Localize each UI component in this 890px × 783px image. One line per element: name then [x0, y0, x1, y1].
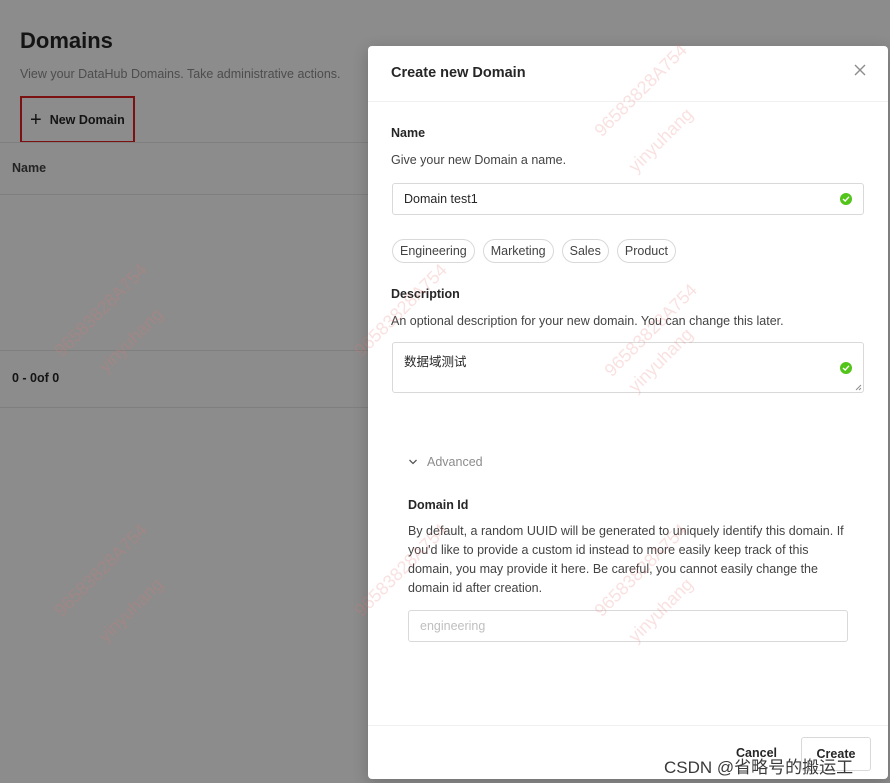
advanced-label: Advanced	[427, 455, 483, 469]
domain-id-label: Domain Id	[408, 498, 469, 512]
description-value: 数据域测试	[404, 355, 467, 369]
description-label: Description	[391, 287, 460, 301]
name-help-text: Give your new Domain a name.	[391, 153, 567, 167]
suggestion-tags: Engineering Marketing Sales Product	[392, 239, 676, 263]
modal-header: Create new Domain	[368, 46, 888, 102]
domain-name-value: Domain test1	[404, 192, 478, 206]
resize-handle-icon[interactable]	[855, 384, 862, 391]
tag-product[interactable]: Product	[616, 239, 676, 263]
source-credit: CSDN @省略号的搬运工	[664, 758, 854, 777]
domain-id-help-text: By default, a random UUID will be genera…	[408, 524, 844, 595]
chevron-down-icon	[409, 459, 417, 465]
modal-title: Create new Domain	[391, 65, 526, 81]
check-circle-icon	[840, 362, 852, 374]
tag-marketing[interactable]: Marketing	[482, 239, 554, 263]
advanced-toggle[interactable]: Advanced	[408, 455, 483, 469]
close-icon[interactable]	[852, 62, 868, 78]
domain-name-input[interactable]: Domain test1	[392, 183, 864, 215]
check-circle-icon	[840, 193, 852, 205]
tag-engineering[interactable]: Engineering	[392, 239, 475, 263]
domain-id-input[interactable]: engineering	[408, 610, 848, 642]
create-domain-modal: Create new Domain Name Give your new Dom…	[368, 46, 888, 779]
description-textarea[interactable]: 数据域测试	[392, 342, 864, 393]
domain-id-placeholder: engineering	[420, 619, 486, 633]
name-label: Name	[391, 126, 426, 140]
tag-sales[interactable]: Sales	[561, 239, 609, 263]
description-help-text: An optional description for your new dom…	[391, 314, 784, 328]
